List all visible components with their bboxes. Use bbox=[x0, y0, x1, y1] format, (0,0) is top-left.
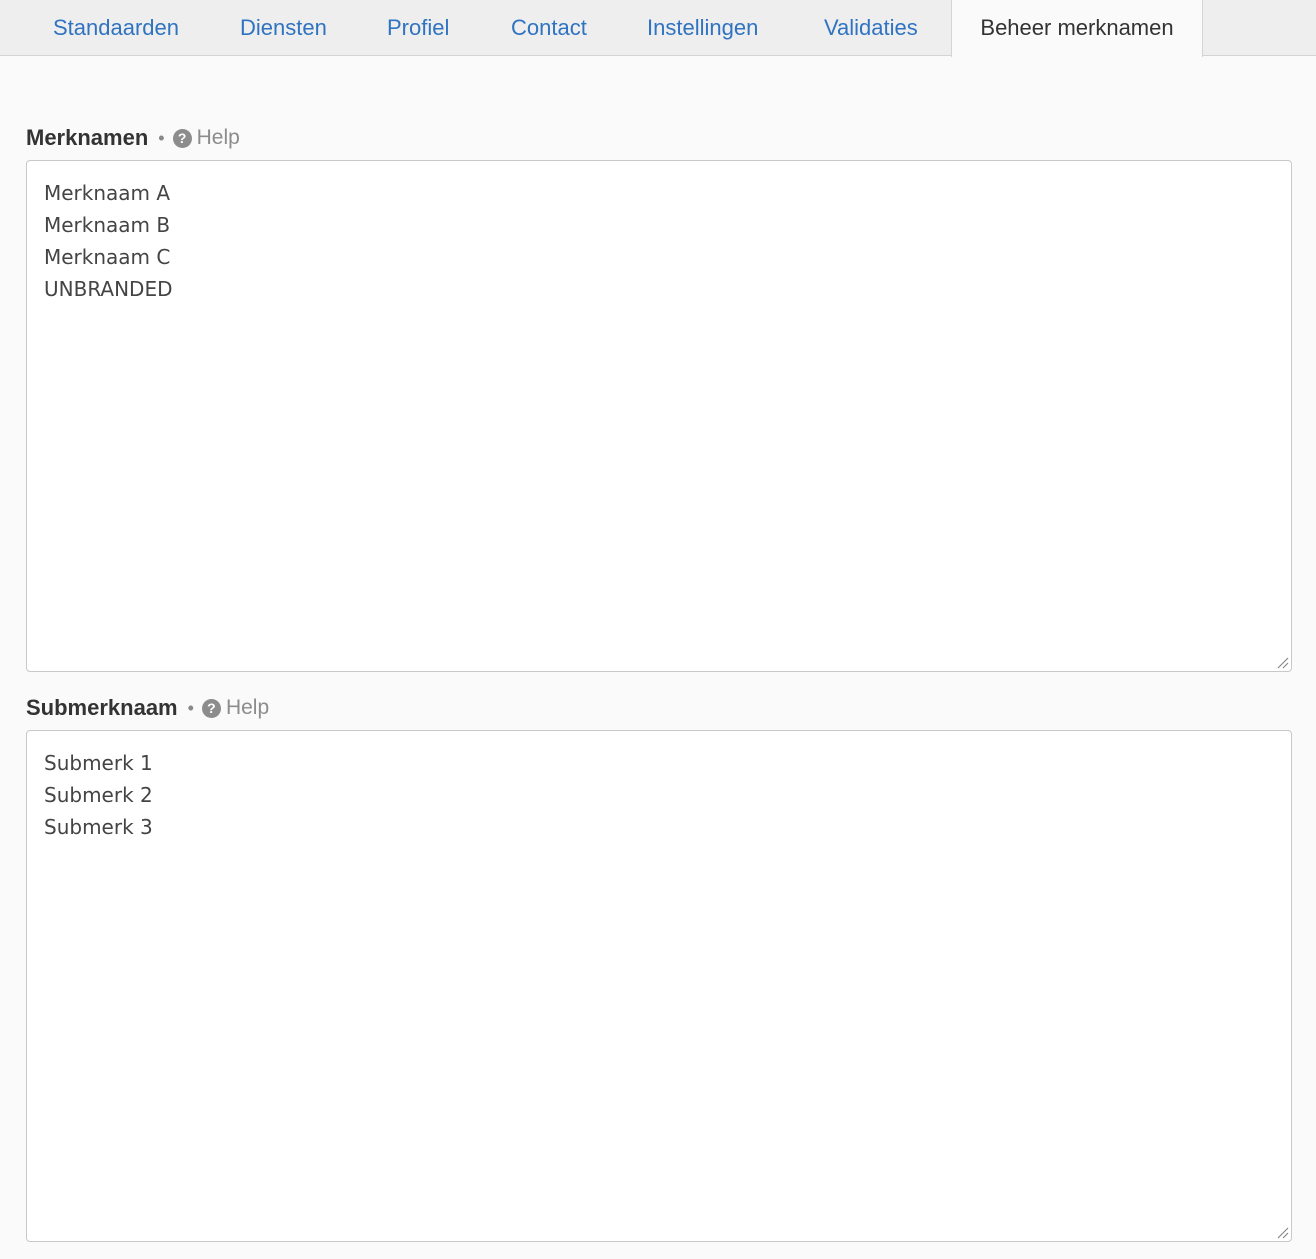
merknamen-textarea-wrapper: Merknaam A Merknaam B Merknaam C UNBRAND… bbox=[26, 160, 1292, 672]
tab-validaties[interactable]: Validaties bbox=[824, 0, 918, 56]
separator-dot: • bbox=[158, 127, 165, 148]
submerknaam-label-row: Submerknaam • ? Help bbox=[26, 693, 269, 723]
merknamen-label: Merknamen bbox=[26, 125, 149, 150]
merknamen-textarea[interactable]: Merknaam A Merknaam B Merknaam C UNBRAND… bbox=[27, 161, 1291, 671]
tab-beheer-merknamen[interactable]: Beheer merknamen bbox=[951, 0, 1203, 57]
submerknaam-label: Submerknaam bbox=[26, 695, 178, 720]
question-circle-icon: ? bbox=[172, 128, 192, 148]
tab-bar: Standaarden Diensten Profiel Contact Ins… bbox=[0, 0, 1316, 57]
merknamen-help-link[interactable]: ? Help bbox=[172, 126, 240, 150]
resize-grip-icon[interactable] bbox=[1275, 1225, 1289, 1239]
submerknaam-help-link[interactable]: ? Help bbox=[201, 696, 270, 720]
merknamen-help-label: Help bbox=[196, 126, 240, 149]
tab-standaarden[interactable]: Standaarden bbox=[53, 0, 179, 56]
tab-instellingen[interactable]: Instellingen bbox=[647, 0, 758, 56]
submerknaam-help-label: Help bbox=[225, 696, 270, 719]
resize-grip-icon[interactable] bbox=[1275, 655, 1289, 669]
submerknaam-textarea-wrapper: Submerk 1 Submerk 2 Submerk 3 bbox=[26, 730, 1292, 1242]
tab-contact[interactable]: Contact bbox=[511, 0, 587, 56]
tab-profiel[interactable]: Profiel bbox=[387, 0, 449, 56]
question-circle-icon: ? bbox=[201, 698, 221, 718]
merknamen-label-row: Merknamen • ? Help bbox=[26, 123, 240, 153]
submerknaam-textarea[interactable]: Submerk 1 Submerk 2 Submerk 3 bbox=[27, 731, 1291, 1241]
tab-diensten[interactable]: Diensten bbox=[240, 0, 327, 56]
separator-dot: • bbox=[187, 697, 194, 718]
